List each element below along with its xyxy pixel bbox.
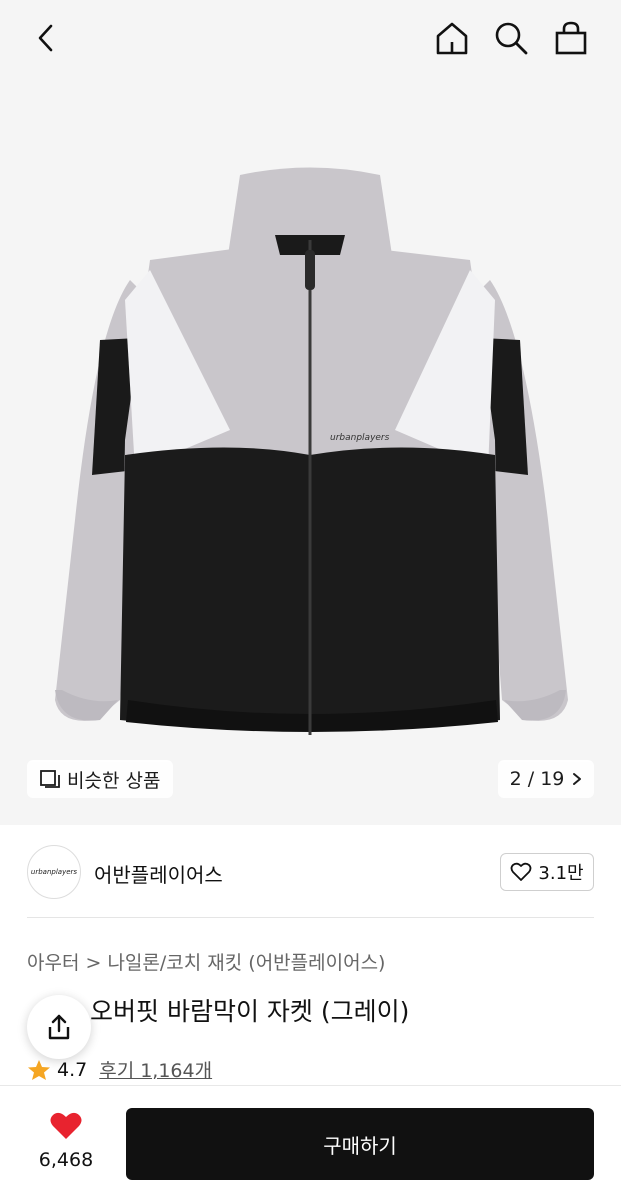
jacket-logo: urbanplayers	[330, 433, 390, 443]
similar-items-icon	[40, 770, 60, 788]
wishlist-button[interactable]: 6,468	[28, 1111, 104, 1171]
image-counter[interactable]: 2 / 19	[498, 760, 594, 798]
home-icon	[436, 22, 468, 55]
home-button[interactable]	[432, 18, 472, 58]
jacket-image: urbanplayers	[55, 167, 568, 735]
wishlist-count: 6,468	[38, 1149, 94, 1171]
shopping-bag-icon	[555, 21, 587, 55]
top-navigation-bar	[0, 0, 621, 78]
brand-row[interactable]: urbanplayers 어반플레이어스 3.1만	[0, 825, 621, 917]
rating-row: 4.7 후기 1,164개	[27, 1056, 212, 1083]
star-icon	[28, 1059, 50, 1080]
heart-filled-icon	[50, 1112, 82, 1139]
product-title-text: 오버핏 바람막이 자켓 (그레이)	[90, 997, 410, 1026]
divider	[27, 917, 594, 918]
brand-name[interactable]: 어반플레이어스	[94, 859, 223, 888]
similar-products-button[interactable]: 비슷한 상품	[27, 760, 173, 798]
chevron-left-icon	[38, 24, 53, 52]
similar-products-label: 비슷한 상품	[67, 769, 161, 792]
share-icon	[48, 1014, 70, 1040]
bottom-action-bar: 6,468 구매하기	[0, 1085, 621, 1201]
cart-button[interactable]	[551, 18, 591, 58]
breadcrumb[interactable]: 아우터 > 나일론/코치 재킷 (어반플레이어스)	[27, 948, 385, 975]
product-title: 오버핏 바람막이 자켓 (그레이)	[90, 992, 409, 1028]
buy-button[interactable]: 구매하기	[126, 1108, 594, 1180]
share-button[interactable]	[27, 995, 91, 1059]
review-link[interactable]: 후기 1,164개	[99, 1056, 212, 1083]
product-image-gallery[interactable]: urbanplayers	[0, 0, 621, 825]
brand-like-count: 3.1만	[538, 863, 584, 884]
search-icon	[495, 22, 528, 55]
brand-logo-text: urbanplayers	[30, 868, 78, 876]
brand-logo[interactable]: urbanplayers	[27, 845, 81, 899]
heart-outline-icon	[511, 862, 532, 881]
rating-score: 4.7	[57, 1058, 88, 1081]
brand-like-button[interactable]: 3.1만	[500, 853, 594, 891]
search-button[interactable]	[491, 18, 531, 58]
image-counter-text: 2 / 19	[509, 768, 565, 790]
back-button[interactable]	[26, 18, 66, 58]
chevron-right-icon	[573, 773, 582, 785]
